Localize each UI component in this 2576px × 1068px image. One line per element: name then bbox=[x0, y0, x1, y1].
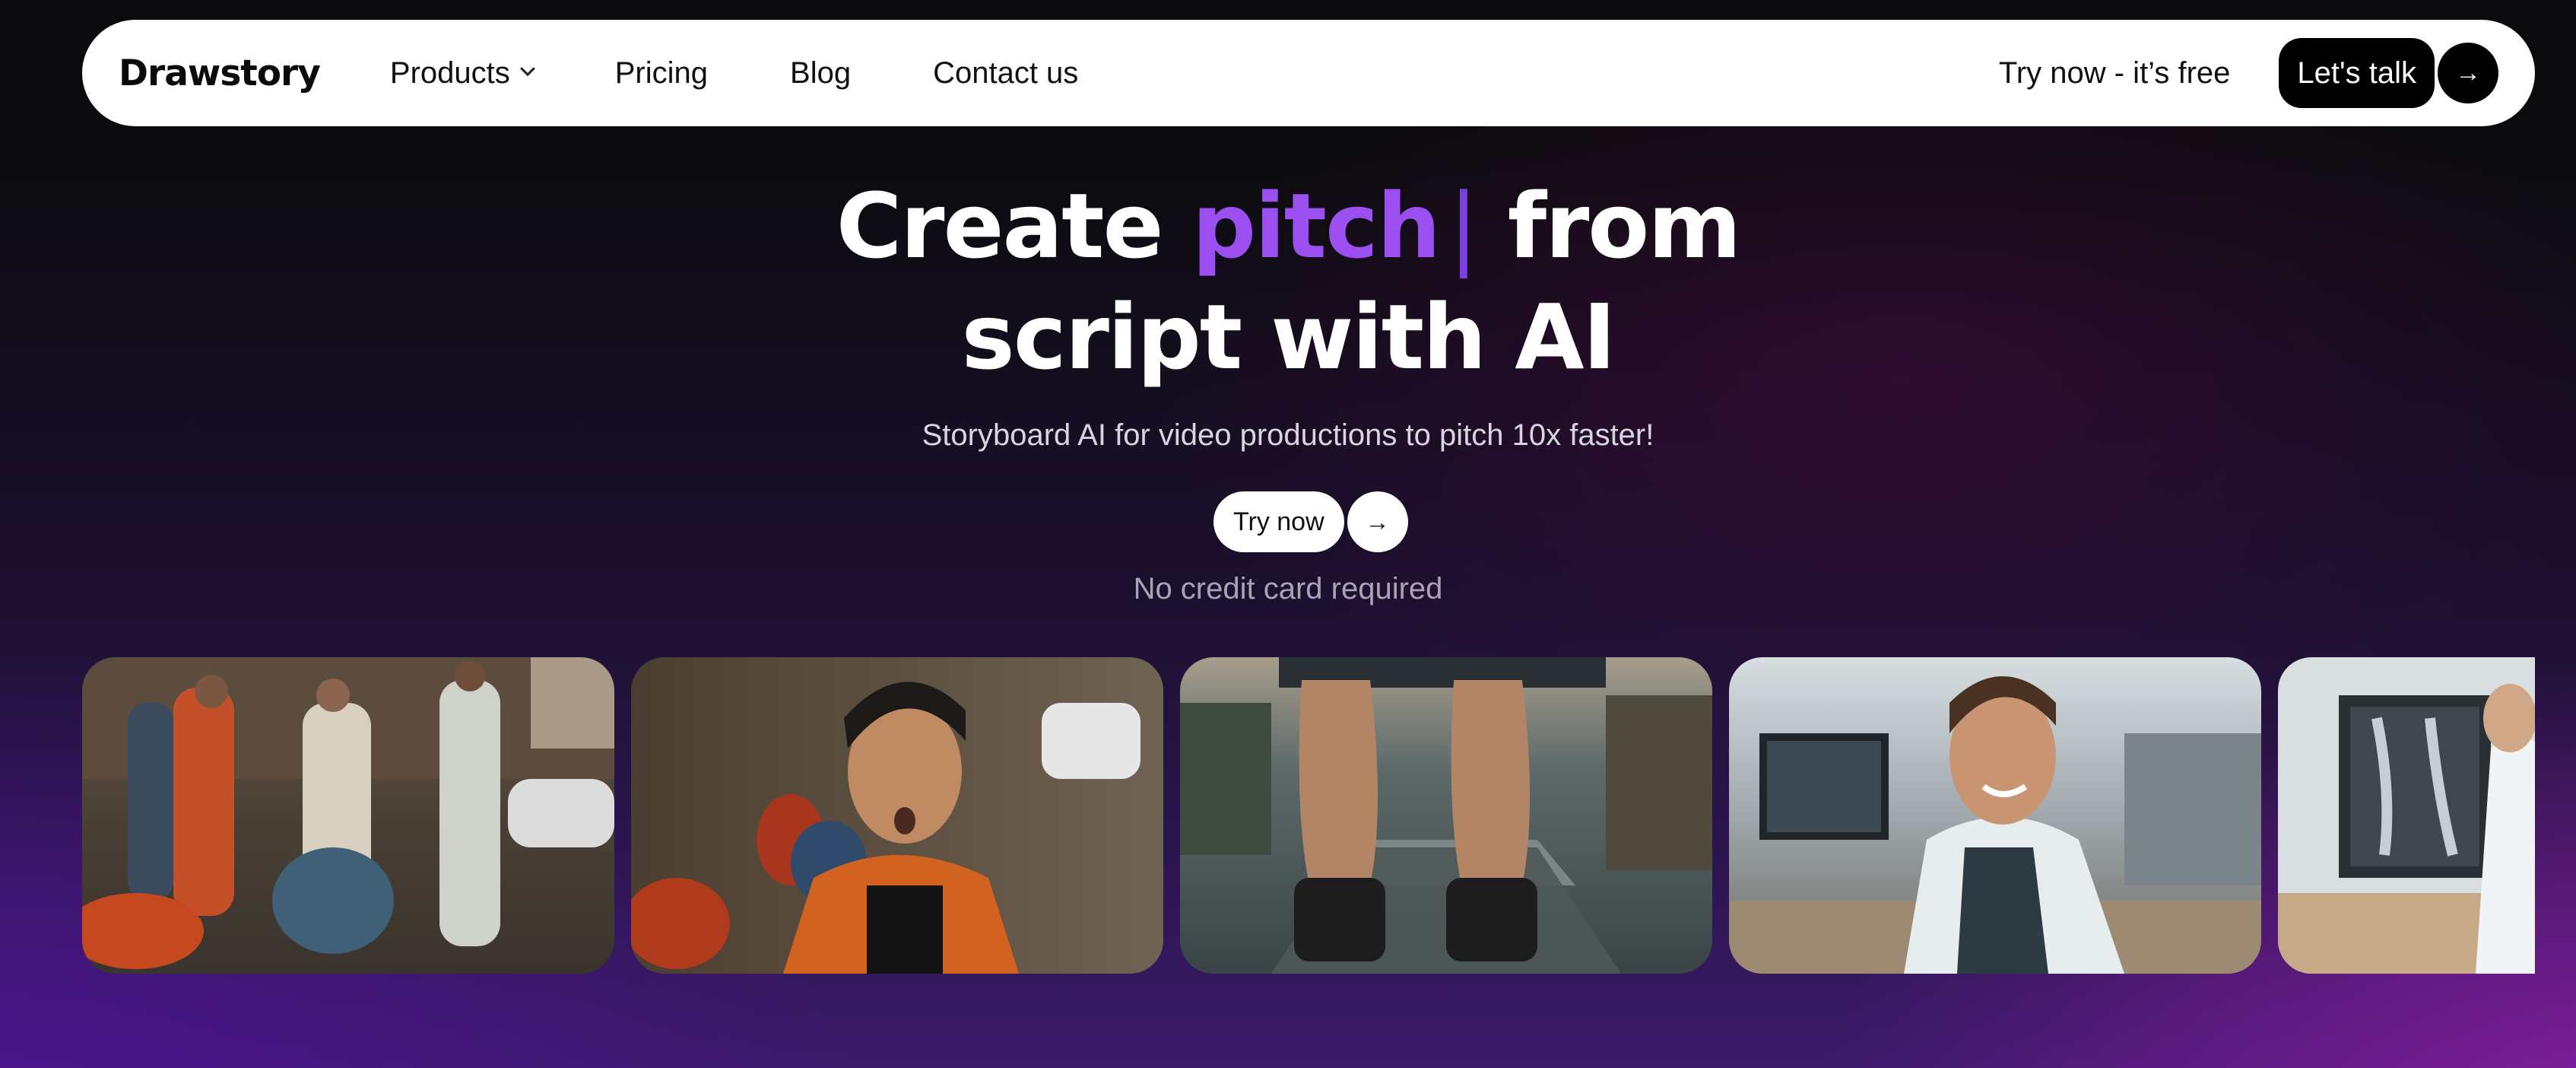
try-free-link[interactable]: Try now - it’s free bbox=[1999, 56, 2231, 91]
nav-item-label: Products bbox=[389, 56, 510, 90]
hero-cta: Try now → bbox=[1213, 491, 1408, 552]
title-prefix: Create bbox=[836, 173, 1164, 278]
title-suffix: from bbox=[1507, 173, 1742, 278]
hero-title-line1: Create pitch | from bbox=[0, 170, 2576, 281]
gallery-image-street-argument bbox=[82, 657, 614, 974]
top-navbar: Drawstory Products Pricing Blog Contact … bbox=[82, 20, 2535, 126]
no-credit-card-note: No credit card required bbox=[1133, 572, 1443, 606]
gallery-image-office-headset bbox=[1729, 657, 2261, 974]
nav-links: Products Pricing Blog Contact us bbox=[390, 56, 1160, 91]
arrow-right-icon[interactable]: → bbox=[2438, 43, 2498, 103]
hero-title-line2: script with AI bbox=[961, 284, 1616, 389]
gallery-image-legs-steps bbox=[1180, 657, 1712, 974]
chevron-down-icon bbox=[519, 61, 535, 77]
title-accent: pitch bbox=[1191, 173, 1441, 278]
lets-talk-button[interactable]: Let's talk bbox=[2279, 38, 2435, 108]
try-now-button[interactable]: Try now bbox=[1213, 491, 1344, 552]
logo[interactable]: Drawstory bbox=[119, 52, 321, 94]
nav-item-products[interactable]: Products bbox=[389, 56, 535, 91]
arrow-right-icon[interactable]: → bbox=[1347, 491, 1408, 552]
gallery-image-shocked-man bbox=[631, 657, 1163, 974]
nav-item-blog[interactable]: Blog bbox=[790, 56, 851, 91]
hero-subtitle: Storyboard AI for video productions to p… bbox=[922, 418, 1654, 452]
gallery-image-doctor-xray bbox=[2278, 657, 2535, 974]
image-gallery bbox=[82, 657, 2535, 974]
nav-item-contact[interactable]: Contact us bbox=[933, 56, 1078, 91]
typing-cursor: | bbox=[1448, 173, 1479, 278]
nav-actions: Try now - it’s free Let's talk → bbox=[1999, 38, 2498, 108]
nav-item-pricing[interactable]: Pricing bbox=[615, 56, 708, 91]
